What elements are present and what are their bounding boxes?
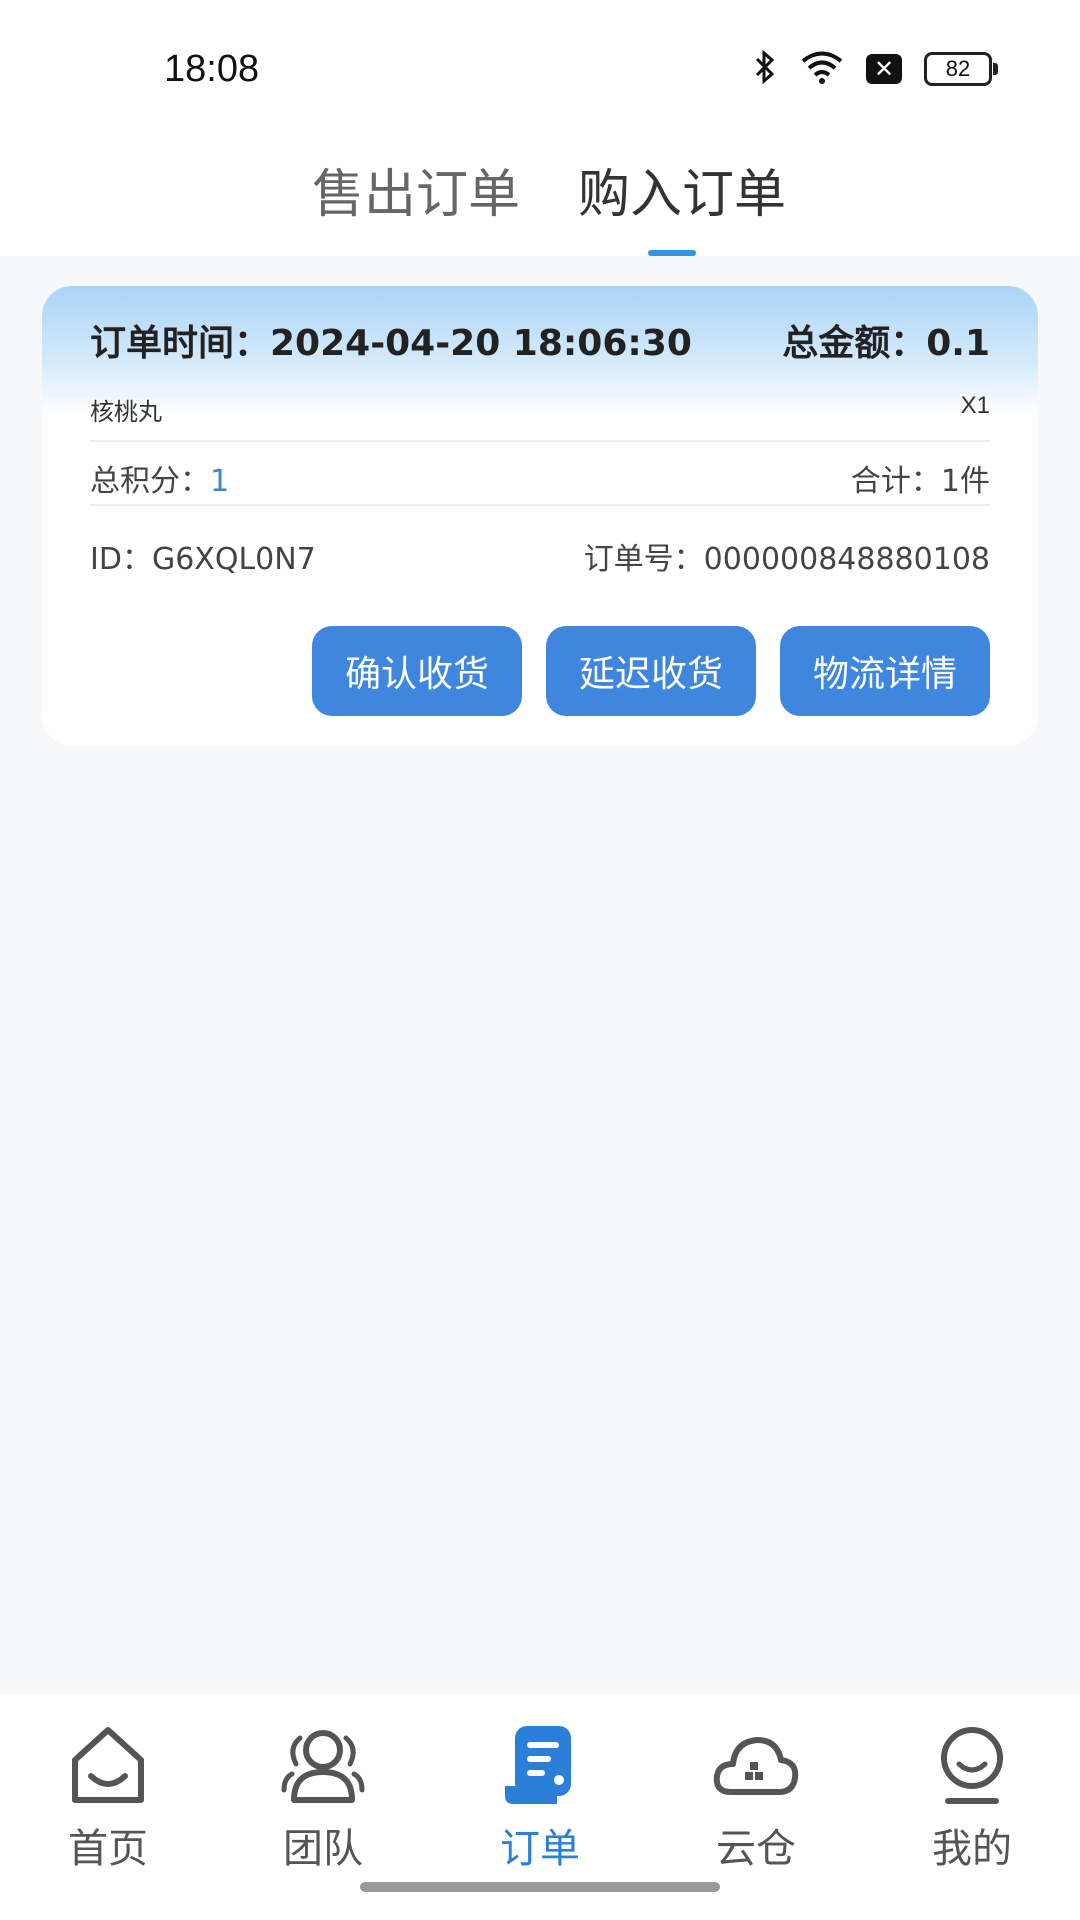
order-number: 订单号：000000848880108 — [583, 542, 990, 577]
total-points: 总积分：1 — [90, 456, 229, 500]
home-indicator[interactable] — [360, 1882, 720, 1892]
tab-active-indicator — [648, 250, 696, 256]
order-icon — [505, 1726, 571, 1804]
wifi-icon — [800, 50, 844, 88]
order-total-amount: 总金额：0.1 — [782, 323, 990, 364]
bluetooth-icon — [752, 49, 778, 88]
product-name: 核桃丸 — [90, 398, 162, 426]
status-icons: ✕ 82 — [752, 49, 998, 88]
home-icon — [72, 1727, 144, 1803]
nav-label-team: 团队 — [283, 1826, 363, 1872]
confirm-receipt-button[interactable]: 确认收货 — [312, 626, 522, 716]
nav-label-mine: 我的 — [932, 1826, 1012, 1872]
profile-icon — [941, 1727, 1003, 1804]
nav-item-team[interactable]: 团队 — [253, 1720, 393, 1874]
total-points-value: 1 — [210, 464, 230, 499]
team-icon — [281, 1730, 365, 1803]
cloud-warehouse-icon — [713, 1737, 799, 1795]
nav-item-cloud-warehouse[interactable]: 云仓 — [686, 1720, 826, 1874]
divider — [90, 440, 990, 442]
tab-sold-orders[interactable]: 售出订单 — [312, 152, 520, 227]
nav-item-mine[interactable]: 我的 — [902, 1720, 1042, 1874]
nav-item-order[interactable]: 订单 — [470, 1720, 610, 1874]
order-card: 订单时间：2024-04-20 18:06:30 总金额：0.1 核桃丸 X1 … — [42, 286, 1038, 746]
nav-label-order: 订单 — [500, 1826, 580, 1872]
nav-label-home: 首页 — [68, 1826, 148, 1872]
product-quantity: X1 — [960, 392, 990, 419]
delay-receipt-button[interactable]: 延迟收货 — [546, 626, 756, 716]
status-bar: 18:08 ✕ 82 — [0, 0, 1080, 140]
total-count: 合计：1件 — [850, 464, 990, 499]
nav-label-cloud-warehouse: 云仓 — [716, 1826, 796, 1872]
order-time: 订单时间：2024-04-20 18:06:30 — [90, 323, 692, 364]
notification-x-icon: ✕ — [866, 54, 902, 84]
order-user-id: ID：G6XQL0N7 — [90, 542, 316, 577]
nav-item-home[interactable]: 首页 — [38, 1720, 178, 1874]
battery-icon: 82 — [924, 52, 998, 86]
tab-bought-orders[interactable]: 购入订单 — [578, 152, 786, 227]
logistics-details-button[interactable]: 物流详情 — [780, 626, 990, 716]
battery-level: 82 — [945, 56, 971, 81]
status-time: 18:08 — [164, 48, 260, 90]
total-points-label: 总积分： — [90, 464, 210, 499]
divider — [90, 504, 990, 506]
order-tabs: 售出订单 购入订单 — [0, 140, 1080, 256]
